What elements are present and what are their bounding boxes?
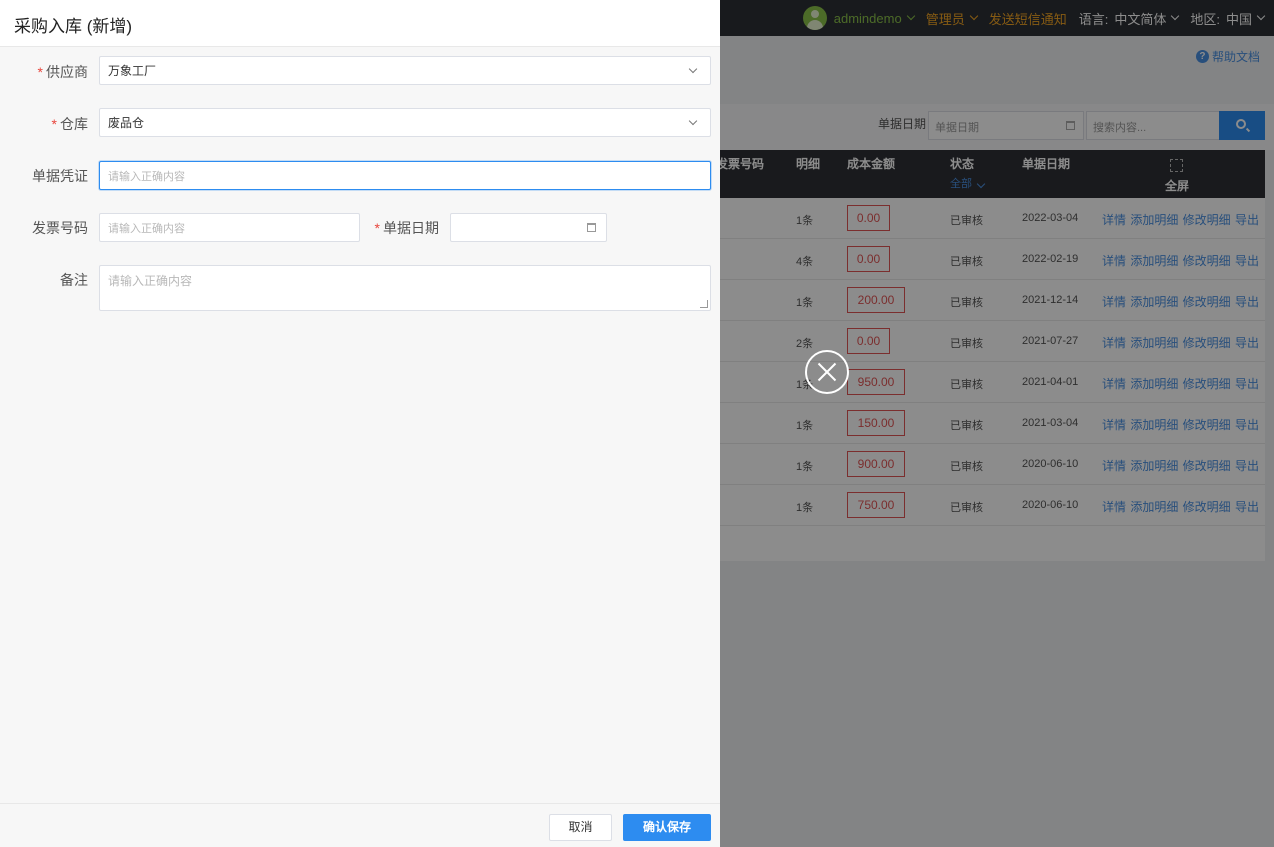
supplier-value: 万象工厂	[108, 64, 157, 78]
drawer-title: 采购入库 (新增)	[14, 17, 133, 36]
remark-placeholder: 请输入正确内容	[108, 274, 193, 288]
drawer-header: 采购入库 (新增)	[0, 0, 720, 47]
remark-textarea[interactable]: 请输入正确内容	[99, 265, 711, 311]
warehouse-select[interactable]: 废品仓	[99, 108, 711, 137]
save-button[interactable]: 确认保存	[623, 814, 711, 841]
chevron-down-icon	[688, 116, 698, 126]
calendar-icon	[587, 223, 596, 232]
required-mark: *	[37, 64, 43, 80]
close-icon[interactable]	[805, 350, 849, 394]
warehouse-label-text: 仓库	[60, 116, 88, 132]
supplier-label-text: 供应商	[46, 64, 88, 80]
doc-date-label: * 单据日期	[360, 218, 439, 238]
supplier-label: * 供应商	[0, 62, 88, 82]
resize-handle-icon[interactable]	[700, 300, 708, 308]
doc-date-label-text: 单据日期	[383, 220, 439, 236]
supplier-select[interactable]: 万象工厂	[99, 56, 711, 85]
purchase-inbound-drawer: 采购入库 (新增) * 供应商 万象工厂 * 仓库 废品仓 单据凭证 请输入正确内容…	[0, 0, 720, 847]
voucher-label: 单据凭证	[32, 168, 88, 184]
warehouse-label: * 仓库	[0, 114, 88, 134]
voucher-input[interactable]: 请输入正确内容	[99, 161, 711, 190]
required-mark: *	[374, 220, 380, 236]
drawer-footer: 取消 确认保存	[0, 803, 720, 847]
doc-date-picker[interactable]	[450, 213, 607, 242]
invoice-label: 发票号码	[32, 220, 88, 236]
cancel-button[interactable]: 取消	[549, 814, 612, 841]
remark-label: 备注	[60, 272, 88, 288]
invoice-placeholder: 请输入正确内容	[108, 222, 185, 235]
chevron-down-icon	[688, 64, 698, 74]
invoice-input[interactable]: 请输入正确内容	[99, 213, 360, 242]
voucher-placeholder: 请输入正确内容	[108, 170, 185, 183]
warehouse-value: 废品仓	[108, 116, 145, 130]
required-mark: *	[51, 116, 57, 132]
